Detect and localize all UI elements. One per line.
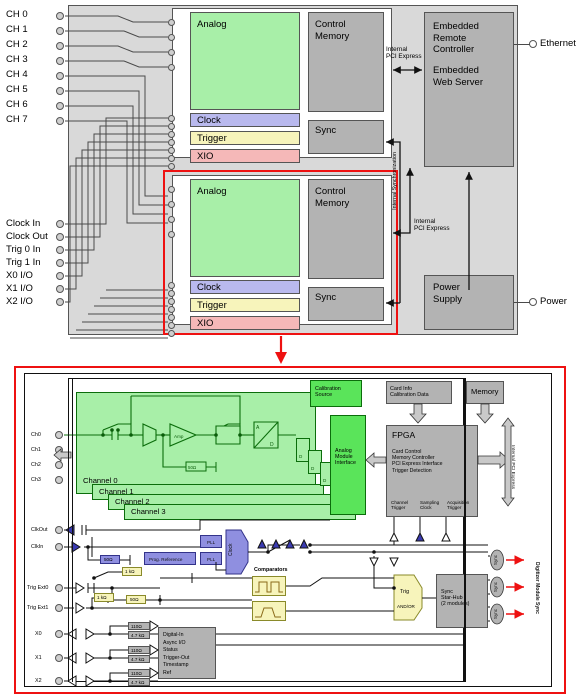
resistor-x1-110-label: 110Ω [131,647,142,653]
resistor-clkin-50: 50Ω [100,555,120,564]
resistor-x2-4k7: 4.7 kΩ [128,678,150,686]
resistor-x2-110: 110Ω [128,669,150,677]
resistor-trig1-1k: 1 kΩ [94,593,114,602]
resistor-x1-110: 110Ω [128,646,150,654]
resistor-trig0-1k-label: 1 kΩ [125,569,135,574]
resistor-x2-110-label: 110Ω [131,670,142,676]
card-edge-rail-outer [68,378,69,682]
resistor-x0-4k7: 4.7 kΩ [128,631,150,639]
resistor-x1-4k7: 4.7 kΩ [128,655,150,663]
resistor-x2-4k7-label: 4.7 kΩ [131,679,145,685]
resistor-trig0-50: 50Ω [126,595,146,604]
resistor-clkin-50-label: 50Ω [104,557,113,562]
resistor-trig0-1k: 1 kΩ [122,567,142,576]
card-edge-rail-inner [72,378,73,682]
diagram-root: CH 0 CH 1 CH 2 CH 3 CH 4 CH 5 CH 6 CH 7 … [0,0,580,700]
resistor-x0-110: 110Ω [128,622,150,630]
resistor-x0-4k7-label: 4.7 kΩ [131,632,145,638]
resistor-x1-4k7-label: 4.7 kΩ [131,656,145,662]
resistor-trig1-1k-label: 1 kΩ [97,595,107,600]
resistor-x0-110-label: 110Ω [131,623,142,629]
resistor-trig0-50-label: 50Ω [130,597,139,602]
detail-right-rail [464,378,466,682]
detail-lower-wiring [64,517,490,687]
